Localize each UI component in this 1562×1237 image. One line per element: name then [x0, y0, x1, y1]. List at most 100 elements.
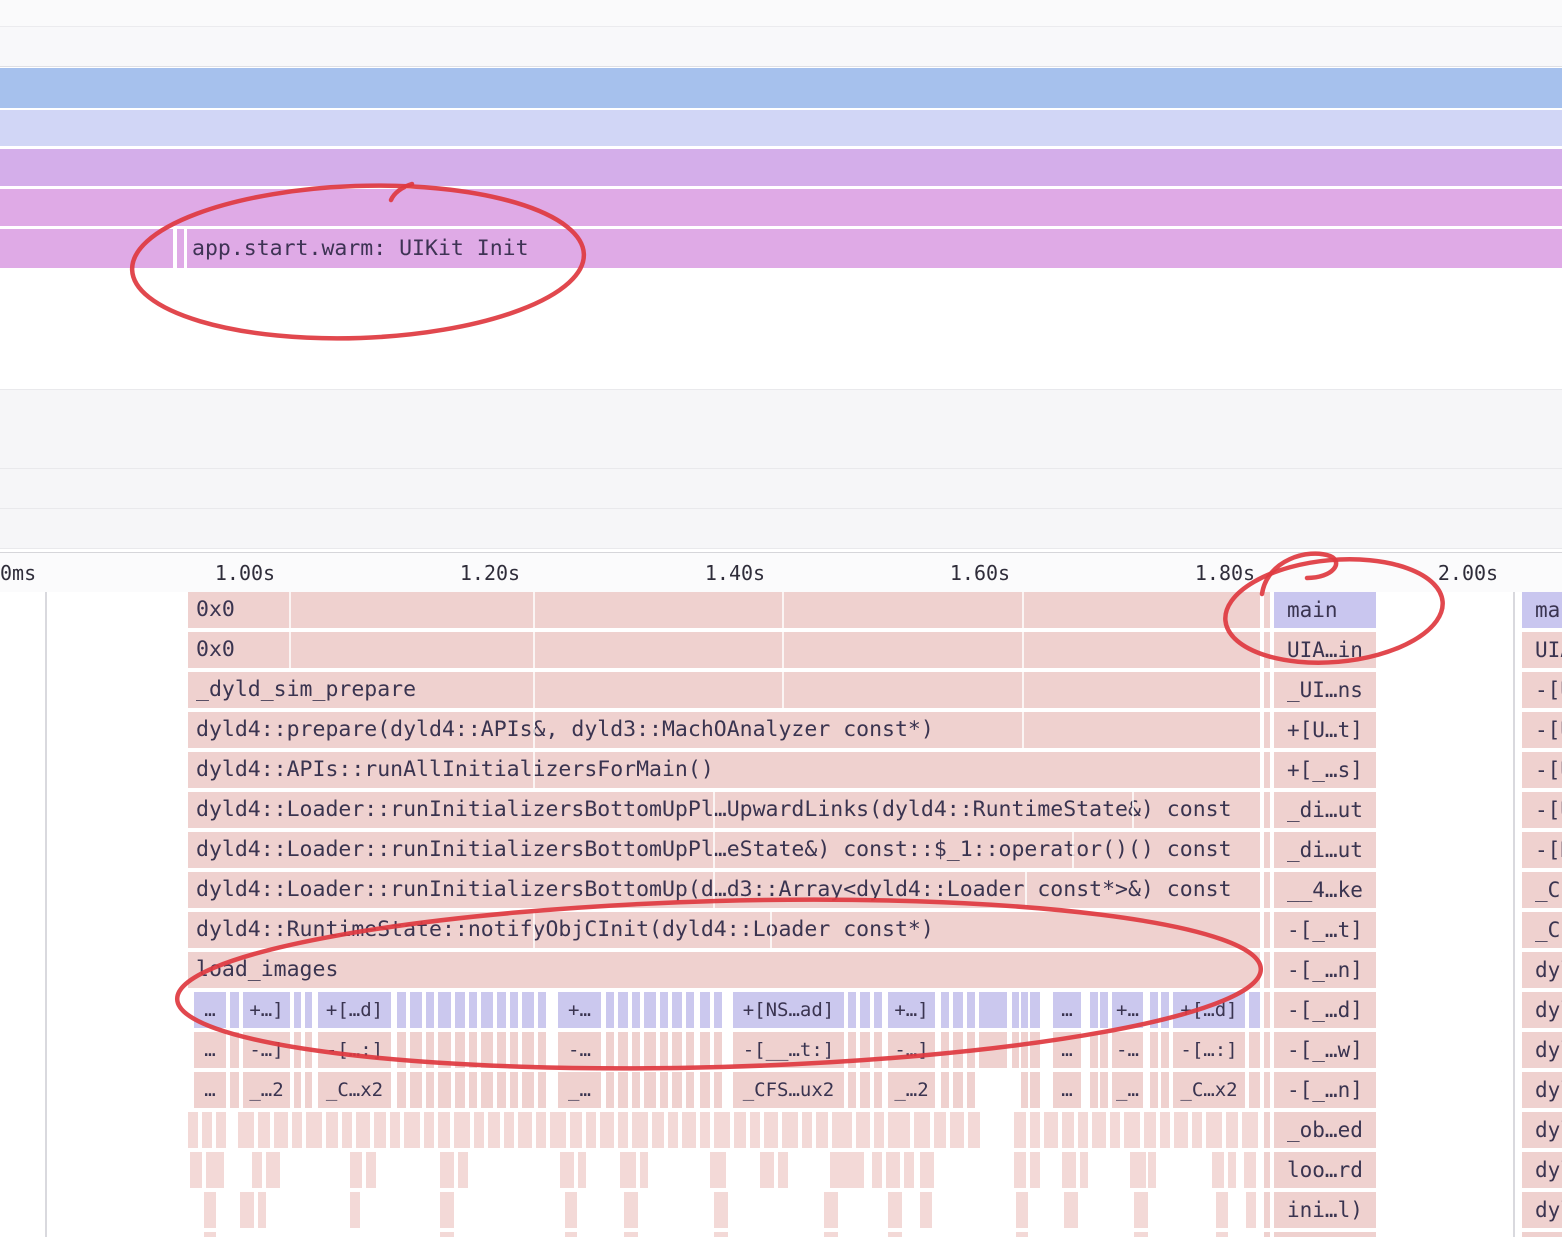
stack-frame-small[interactable]: [497, 1032, 506, 1068]
stack-frame-tiny[interactable]: [1144, 1112, 1156, 1148]
stack-frame-tiny[interactable]: [920, 1152, 934, 1188]
stack-frame-tiny[interactable]: [1246, 1192, 1256, 1228]
stack-frame-tiny[interactable]: [1062, 1152, 1076, 1188]
stack-frame-tiny[interactable]: [802, 1112, 812, 1148]
stack-frame-tiny[interactable]: [390, 1112, 400, 1148]
stack-frame-tiny[interactable]: [565, 1192, 577, 1228]
stack-frame[interactable]: _ob…ed: [1274, 1112, 1376, 1148]
stack-frame-small[interactable]: [522, 1072, 534, 1108]
stack-frame-small[interactable]: …: [1053, 992, 1081, 1028]
stack-frame[interactable]: 0x0: [188, 592, 1260, 628]
stack-frame-small[interactable]: [305, 1072, 312, 1108]
stack-frame-tiny[interactable]: [1030, 1152, 1040, 1188]
stack-frame[interactable]: -[U: [1522, 792, 1562, 828]
stack-frame-small[interactable]: [469, 992, 477, 1028]
stack-frame-tiny[interactable]: [440, 1152, 454, 1188]
stack-frame[interactable]: dyl: [1522, 1192, 1562, 1228]
stack-frame-small[interactable]: [618, 992, 628, 1028]
stack-frame-small[interactable]: …: [1053, 1032, 1081, 1068]
stack-frame-tiny[interactable]: [238, 1112, 254, 1148]
stack-frame-small[interactable]: [941, 992, 949, 1028]
stack-frame-small[interactable]: [455, 1032, 465, 1068]
stack-frame-sliver[interactable]: [1264, 752, 1270, 788]
stack-frame-small[interactable]: [1161, 1072, 1169, 1108]
stack-frame-small[interactable]: [672, 1072, 682, 1108]
stack-frame-small[interactable]: [874, 1032, 882, 1068]
stack-frame-small[interactable]: [985, 992, 1007, 1028]
stack-frame-tiny[interactable]: [565, 1232, 577, 1237]
stack-frame-tiny[interactable]: [326, 1112, 338, 1148]
stack-frame-tiny[interactable]: [710, 1152, 726, 1188]
stack-frame-small[interactable]: [438, 992, 451, 1028]
stack-frame-small[interactable]: [1150, 992, 1158, 1028]
stack-frame-tiny[interactable]: [258, 1192, 266, 1228]
stack-frame[interactable]: main: [1274, 592, 1376, 628]
stack-frame[interactable]: -[U: [1522, 752, 1562, 788]
stack-frame-tiny[interactable]: [734, 1112, 746, 1148]
stack-frame[interactable]: UIA: [1522, 632, 1562, 668]
stack-frame-small[interactable]: [294, 1072, 301, 1108]
stack-frame-tiny[interactable]: [888, 1112, 910, 1148]
stack-frame-tiny[interactable]: [202, 1112, 212, 1148]
stack-frame-tiny[interactable]: [1160, 1112, 1170, 1148]
stack-frame-tiny[interactable]: [1080, 1152, 1088, 1188]
stack-frame[interactable]: dyld4::Loader::runInitializersBottomUpPl…: [188, 832, 1260, 868]
stack-frame-small[interactable]: [644, 992, 656, 1028]
stack-frame-tiny[interactable]: [1216, 1232, 1228, 1237]
stack-frame-tiny[interactable]: [668, 1112, 678, 1148]
stack-frame-tiny[interactable]: [356, 1112, 370, 1148]
stack-frame-tiny[interactable]: [620, 1152, 636, 1188]
stack-frame-small[interactable]: _…: [1112, 1072, 1143, 1108]
stack-frame-small[interactable]: [1150, 1072, 1158, 1108]
span-segment[interactable]: [177, 229, 184, 268]
stack-frame-small[interactable]: [305, 992, 312, 1028]
stack-frame-tiny[interactable]: [1064, 1192, 1078, 1228]
stack-frame-tiny[interactable]: [1134, 1192, 1148, 1228]
stack-frame-small[interactable]: _…2: [888, 1072, 935, 1108]
stack-frame-tiny[interactable]: [934, 1112, 946, 1148]
stack-frame[interactable]: dyl: [1522, 952, 1562, 988]
stack-frame-sliver[interactable]: [1264, 952, 1270, 988]
stack-frame-small[interactable]: [848, 992, 856, 1028]
stack-frame-tiny[interactable]: [488, 1112, 500, 1148]
stack-frame-small[interactable]: [481, 992, 493, 1028]
stack-frame-small[interactable]: [230, 1032, 239, 1068]
stack-frame[interactable]: dyld4::Loader::runInitializersBottomUpPl…: [188, 792, 1260, 828]
stack-frame-small[interactable]: [426, 992, 434, 1028]
stack-frame[interactable]: _CF: [1522, 912, 1562, 948]
stack-frame-small[interactable]: +…: [558, 992, 601, 1028]
stack-frame[interactable]: -[_…n]: [1274, 1072, 1376, 1108]
stack-frame-tiny[interactable]: [560, 1152, 574, 1188]
stack-frame-sliver[interactable]: [1264, 1152, 1270, 1188]
stack-frame-tiny[interactable]: [266, 1152, 280, 1188]
stack-frame-small[interactable]: [410, 992, 422, 1028]
stack-frame[interactable]: -[_…w]: [1274, 1032, 1376, 1068]
stack-frame-tiny[interactable]: [1078, 1112, 1088, 1148]
stack-frame-sliver[interactable]: [1264, 672, 1270, 708]
stack-frame-sliver[interactable]: [1264, 1112, 1270, 1148]
stack-frame-small[interactable]: [1030, 1032, 1040, 1068]
stack-frame[interactable]: dyl: [1522, 1152, 1562, 1188]
stack-frame-small[interactable]: …: [194, 1032, 226, 1068]
stack-frame[interactable]: __4…ke: [1274, 872, 1376, 908]
stack-frame-tiny[interactable]: [1242, 1112, 1258, 1148]
stack-frame-tiny[interactable]: [306, 1112, 322, 1148]
stack-frame-small[interactable]: [1150, 1032, 1158, 1068]
stack-frame[interactable]: dyld4::Loader::runInitializersBottomUp(d…: [188, 872, 1260, 908]
stack-frame-small[interactable]: +[NS…ad]: [733, 992, 844, 1028]
stack-frame[interactable]: mai: [1522, 592, 1562, 628]
stack-frame-tiny[interactable]: [366, 1152, 376, 1188]
stack-frame-small[interactable]: [848, 1032, 856, 1068]
stack-frame-tiny[interactable]: [1014, 1152, 1026, 1188]
stack-frame[interactable]: dyl: [1522, 1032, 1562, 1068]
stack-frame-small[interactable]: [305, 1032, 312, 1068]
stack-frame-small[interactable]: [397, 1032, 406, 1068]
stack-frame-tiny[interactable]: [440, 1192, 454, 1228]
stack-frame[interactable]: _di…ut: [1274, 832, 1376, 868]
stack-frame-tiny[interactable]: [618, 1112, 628, 1148]
stack-frame-small[interactable]: [1161, 1032, 1169, 1068]
stack-frame-tiny[interactable]: [1014, 1112, 1026, 1148]
stack-frame-small[interactable]: -…]: [243, 1032, 290, 1068]
stack-frame-tiny[interactable]: [536, 1112, 546, 1148]
stack-frame-sliver[interactable]: [1264, 1232, 1270, 1237]
